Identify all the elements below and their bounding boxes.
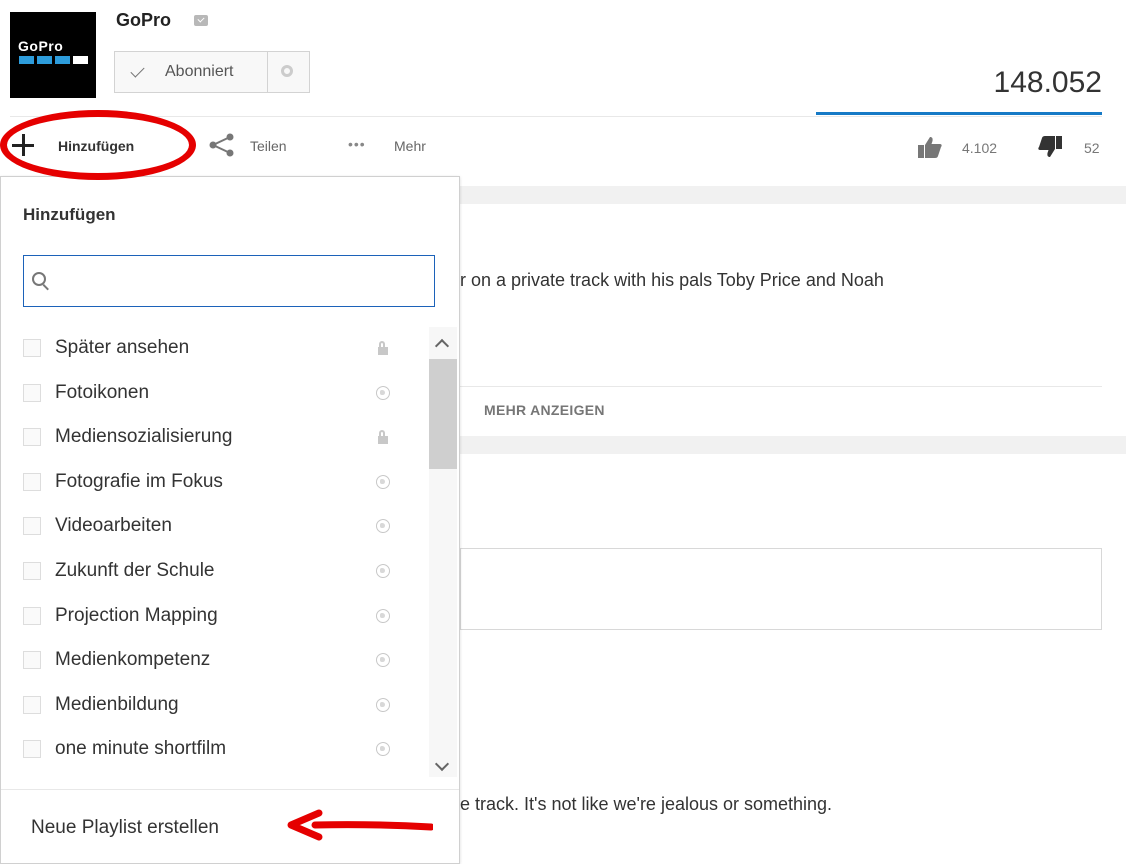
playlist-name: Später ansehen [55,337,190,358]
channel-logo[interactable]: GoPro [10,12,96,98]
playlist-name: Fotoikonen [55,382,150,403]
playlist-list: Später ansehen Fotoikonen Mediensozialis… [1,327,429,777]
thumbs-down-icon [1038,136,1062,157]
gear-icon [281,65,293,77]
dislike-count: 52 [1084,140,1100,156]
scroll-down-icon[interactable] [434,756,450,772]
playlist-name: Projection Mapping [55,605,218,626]
playlist-checkbox[interactable] [23,517,41,535]
subscribe-button[interactable]: Abonniert [114,51,268,93]
playlist-name: Zukunft der Schule [55,560,215,581]
checkmark-icon [130,63,145,78]
view-count: 148.052 [993,66,1102,99]
playlist-name: Videoarbeiten [55,515,172,536]
globe-icon [375,608,391,624]
globe-icon [375,518,391,534]
scrollbar-thumb[interactable] [429,359,457,469]
globe-icon [375,474,391,490]
playlist-name: Fotografie im Fokus [55,471,223,492]
playlist-item[interactable]: Medienbildung [1,684,421,728]
dropdown-title: Hinzufügen [23,205,116,224]
more-label: Mehr [394,138,426,154]
like-count: 4.102 [962,140,998,156]
playlist-search-input[interactable] [58,264,422,300]
playlist-checkbox[interactable] [23,339,41,357]
globe-icon [375,563,391,579]
playlist-item[interactable]: Medienkompetenz [1,639,421,683]
more-dots-icon: ••• [348,136,366,152]
add-to-playlist-dropdown: Hinzufügen Später ansehen Fotoikonen Med… [0,176,460,864]
view-count-bar [816,112,1102,115]
comment-text: e track. It's not like we're jealous or … [460,794,833,814]
logo-text: GoPro [18,38,64,54]
logo-bars [19,56,88,64]
lock-icon [375,429,391,445]
create-playlist-button[interactable]: Neue Playlist erstellen [31,817,219,839]
playlist-checkbox[interactable] [23,651,41,669]
playlist-scrollbar[interactable] [429,327,457,777]
playlist-checkbox[interactable] [23,428,41,446]
playlist-name: Mediensozialisierung [55,426,233,447]
playlist-search-field[interactable] [23,255,435,307]
description-divider [460,386,1102,387]
playlist-checkbox[interactable] [23,607,41,625]
thumbs-up-icon [918,137,942,158]
playlist-name: one minute shortfilm [55,738,227,759]
comment-input[interactable] [460,548,1102,630]
share-icon [209,133,234,157]
verified-icon [194,15,208,26]
playlist-checkbox[interactable] [23,384,41,402]
playlist-item[interactable]: Zukunft der Schule [1,550,421,594]
playlist-item[interactable]: Später ansehen [1,327,421,371]
playlist-checkbox[interactable] [23,562,41,580]
playlist-item[interactable]: Mediensozialisierung [1,416,421,460]
search-icon [32,272,46,286]
description-text: r on a private track with his pals Toby … [460,270,884,290]
globe-icon [375,741,391,757]
share-label: Teilen [250,138,287,154]
dropdown-divider [1,789,459,790]
subscription-settings-button[interactable] [268,51,310,93]
annotation-circle [0,110,196,180]
playlist-item[interactable]: Projection Mapping [1,595,421,639]
playlist-checkbox[interactable] [23,473,41,491]
globe-icon [375,385,391,401]
subscribe-label: Abonniert [165,63,234,80]
scroll-up-icon[interactable] [434,338,450,354]
divider [10,116,1102,117]
playlist-item[interactable]: one minute shortfilm [1,728,421,772]
playlist-item[interactable]: Fotoikonen [1,372,421,416]
playlist-checkbox[interactable] [23,696,41,714]
annotation-arrow [287,809,433,841]
globe-icon [375,697,391,713]
lock-icon [375,340,391,356]
show-more-button[interactable]: MEHR ANZEIGEN [484,402,605,418]
playlist-name: Medienkompetenz [55,649,211,670]
playlist-checkbox[interactable] [23,740,41,758]
globe-icon [375,652,391,668]
playlist-name: Medienbildung [55,694,179,715]
playlist-item[interactable]: Videoarbeiten [1,505,421,549]
channel-name[interactable]: GoPro [116,10,171,31]
playlist-item[interactable]: Fotografie im Fokus [1,461,421,505]
